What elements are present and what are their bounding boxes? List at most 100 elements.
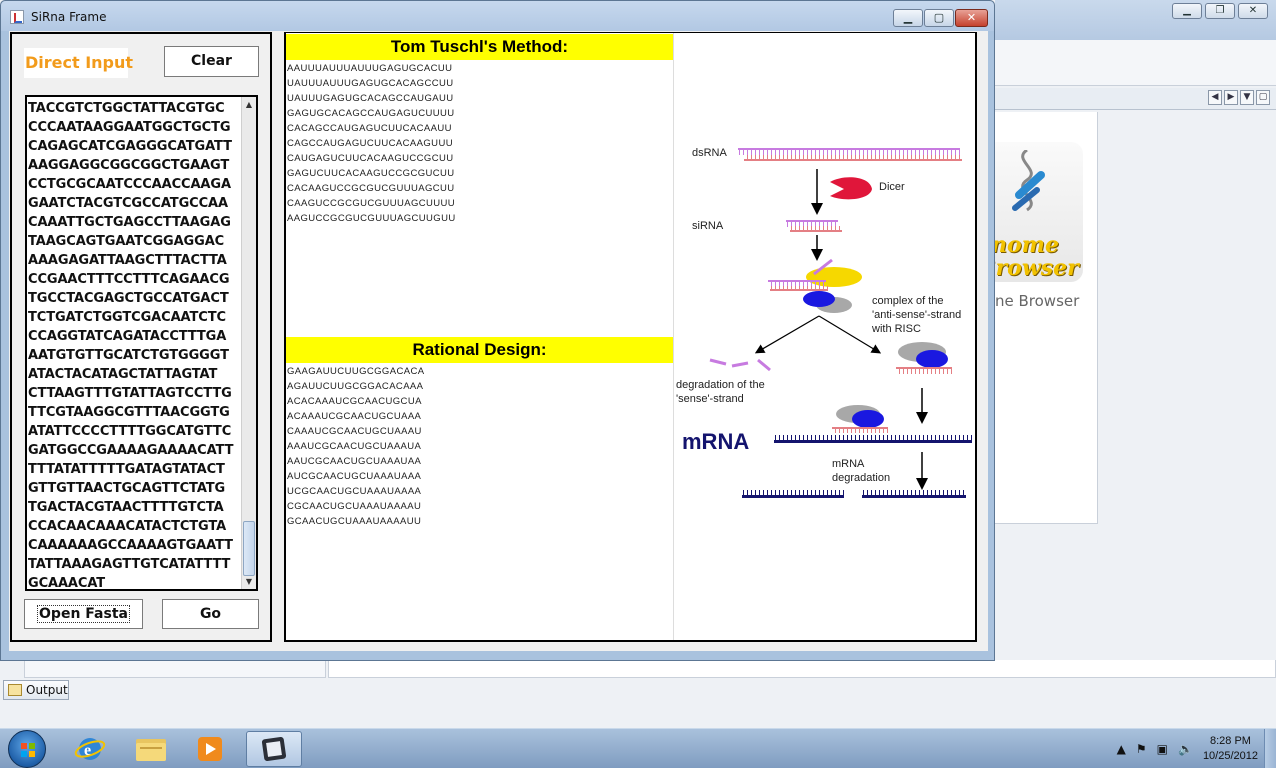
file-explorer-taskbar-button[interactable] [122, 731, 178, 767]
tab-scroll-right-button[interactable]: ▶ [1224, 90, 1238, 105]
folder-icon [136, 739, 166, 761]
genome-browser-label: ne Browser [995, 292, 1080, 310]
output-tab-label: Output [26, 683, 68, 697]
scroll-down-arrow-icon[interactable]: ▼ [242, 574, 256, 589]
java-app-taskbar-button[interactable] [246, 731, 302, 767]
tuschl-oligo: CACAGCCAUGAGUCUUCACAAUU [287, 123, 452, 134]
tab-scroll-left-button[interactable]: ◀ [1208, 90, 1222, 105]
tuschl-oligo: CAAGUCCGCGUCGUUUAGCUUUU [287, 198, 456, 209]
system-tray: ▲ ⚑ ▣ 🔈 8:28 PM 10/25/2012 [1117, 729, 1258, 768]
active-risc-complex [896, 342, 952, 374]
sirna-duplex [786, 220, 842, 232]
complex-label-line3: with RISC [871, 323, 921, 335]
open-fasta-button[interactable]: Open Fasta [24, 599, 143, 629]
rational-oligo: AUCGCAACUGCUAAAUAAA [287, 471, 422, 482]
sequence-line: TATTAAAGAGTTGTCATATTTT [28, 557, 231, 572]
sequence-line: ATACTACATAGCTATTAGTAT [28, 367, 218, 382]
bg-restore-button[interactable]: ❐ [1205, 3, 1235, 19]
clear-button[interactable]: Clear [164, 46, 259, 77]
arrow-to-active-risc [818, 315, 882, 354]
tuschl-oligo: GAGUCUUCACAAGUCCGCGUCUU [287, 168, 455, 179]
sequence-line: AAGGAGGCGGCGGCTGAAGT [28, 158, 230, 173]
start-button[interactable] [8, 730, 46, 768]
bg-minimize-button[interactable]: ▁ [1172, 3, 1202, 19]
rational-design-header: Rational Design: [286, 337, 673, 363]
mrna-degradation-label-line2: degradation [832, 472, 890, 484]
action-center-flag-icon[interactable]: ⚑ [1136, 742, 1147, 756]
sequence-line: ATATTCCCCTTTTGGCATGTTC [28, 424, 232, 439]
clock[interactable]: 8:28 PM 10/25/2012 [1203, 734, 1258, 764]
background-toolbar [995, 40, 1276, 86]
maximize-button[interactable]: ▢ [924, 9, 954, 27]
tuschl-oligo: CACAAGUCCGCGUCGUUUAGCUU [287, 183, 455, 194]
open-fasta-label: Open Fasta [37, 605, 130, 623]
tuschl-method-header: Tom Tuschl's Method: [286, 34, 673, 60]
sequence-text[interactable]: TACCGTCTGGCTATTACGTGC CCCAATAAGGAATGGCTGC… [28, 99, 240, 591]
close-button[interactable]: ✕ [955, 9, 988, 27]
window-title-bar[interactable]: SiRna Frame ▁ ▢ ✕ [1, 1, 994, 31]
sequence-line: CAAAAAAGCCAAAAGTGAATT [28, 538, 233, 553]
sequence-scrollbar[interactable]: ▲ ▼ [241, 97, 256, 589]
complex-label-line2: 'anti-sense'-strand [872, 309, 961, 321]
rational-oligo-list: GAAGAUUCUUGCGGACACA AGAUUCUUGCGGACACAAA AC… [287, 364, 672, 529]
sequence-input-textarea[interactable]: TACCGTCTGGCTATTACGTGC CCCAATAAGGAATGGCTGC… [25, 95, 258, 591]
tuschl-oligo: CAUGAGUCUUCACAAGUCCGCUU [287, 153, 454, 164]
input-panel: Direct Input Clear TACCGTCTGGCTATTACGTGC… [10, 32, 272, 642]
java-app-icon [10, 10, 24, 24]
rational-oligo: UCGCAACUGCUAAAUAAAA [287, 486, 422, 497]
tuschl-oligo: AAGUCCGCGUCGUUUAGCUUGUU [287, 213, 456, 224]
sirna-label: siRNA [692, 220, 724, 232]
bg-close-button[interactable]: ✕ [1238, 3, 1268, 19]
volume-icon[interactable]: 🔈 [1178, 742, 1193, 756]
sirna-frame-window: SiRna Frame ▁ ▢ ✕ Direct Input Clear TAC… [0, 0, 995, 661]
rational-oligo: AGAUUCUUGCGGACACAAA [287, 381, 424, 392]
background-editor: enome Browser ne Browser [977, 112, 1098, 524]
tuschl-oligo: UAUUUGAGUGCACAGCCAUGAUU [287, 93, 454, 104]
sequence-line: CAGAGCATCGAGGGCATGATT [28, 139, 232, 154]
complex-label-line1: complex of the [872, 295, 944, 307]
mrna-title: mRNA [682, 429, 749, 454]
go-button[interactable]: Go [162, 599, 259, 629]
rational-oligo: ACACAAAUCGCAACUGCUA [287, 396, 422, 407]
background-tab-strip: ◀ ▶ ▼ ▢ [995, 88, 1276, 110]
sequence-line: TGACTACGTAACTTTTGTCTA [28, 500, 224, 515]
network-icon[interactable]: ▣ [1157, 742, 1168, 756]
dsrna-label: dsRNA [692, 147, 728, 159]
rational-oligo: ACAAAUCGCAACUGCUAAA [287, 411, 422, 422]
window-title: SiRna Frame [31, 10, 107, 24]
rational-oligo: AAUCGCAACUGCUAAAUAA [287, 456, 422, 467]
scrollbar-thumb[interactable] [243, 521, 255, 576]
rational-oligo: GCAACUGCUAAAUAAAAUU [287, 516, 422, 527]
cleaved-mrna-fragments [742, 490, 966, 498]
output-tab[interactable]: Output [3, 680, 69, 700]
mrna-degradation-label-line1: mRNA [832, 458, 865, 470]
windows-logo-icon [21, 743, 35, 757]
media-player-taskbar-button[interactable] [182, 731, 238, 767]
minimize-button[interactable]: ▁ [893, 9, 923, 27]
sequence-line: CCAGGTATCAGATACCTTTGA [28, 329, 227, 344]
taskbar: e ▲ ⚑ ▣ 🔈 8:28 PM 10/25/2012 [0, 728, 1276, 768]
sequence-line: GCAAACAT [28, 576, 106, 591]
tuschl-oligo-list: AAUUUAUUUAUUUGAGUGCACUU UAUUUAUUUGAGUGCAC… [287, 61, 672, 226]
tab-list-dropdown-button[interactable]: ▼ [1240, 90, 1254, 105]
sequence-line: GAATCTACGTCGCCATGCCAA [28, 196, 228, 211]
degradation-label-line1: degradation of the [676, 379, 765, 391]
internet-explorer-taskbar-button[interactable]: e [62, 731, 118, 767]
scroll-up-arrow-icon[interactable]: ▲ [242, 97, 256, 112]
rational-oligo: GAAGAUUCUUGCGGACACA [287, 366, 425, 377]
results-panel: Tom Tuschl's Method: AAUUUAUUUAUUUGAGUGC… [284, 32, 977, 642]
sequence-line: CCGAACTTTCCTTTCAGAACG [28, 272, 230, 287]
tuschl-oligo: AAUUUAUUUAUUUGAGUGCACUU [287, 63, 453, 74]
clock-date: 10/25/2012 [1202, 750, 1258, 762]
background-panel-strip-right [328, 660, 1276, 678]
tuschl-oligo: GAGUGCACAGCCAUGAGUCUUUU [287, 108, 455, 119]
degradation-label-line2: 'sense'-strand [676, 393, 744, 405]
background-panel-strip-left [24, 660, 326, 678]
output-window-icon [8, 684, 22, 696]
sequence-line: TACCGTCTGGCTATTACGTGC [28, 101, 225, 116]
tab-maximize-button[interactable]: ▢ [1256, 90, 1270, 105]
show-hidden-icons-icon[interactable]: ▲ [1117, 742, 1126, 756]
sequence-line: CCCAATAAGGAATGGCTGCTG [28, 120, 231, 135]
dicer-label: Dicer [879, 181, 905, 193]
show-desktop-button[interactable] [1264, 729, 1276, 768]
